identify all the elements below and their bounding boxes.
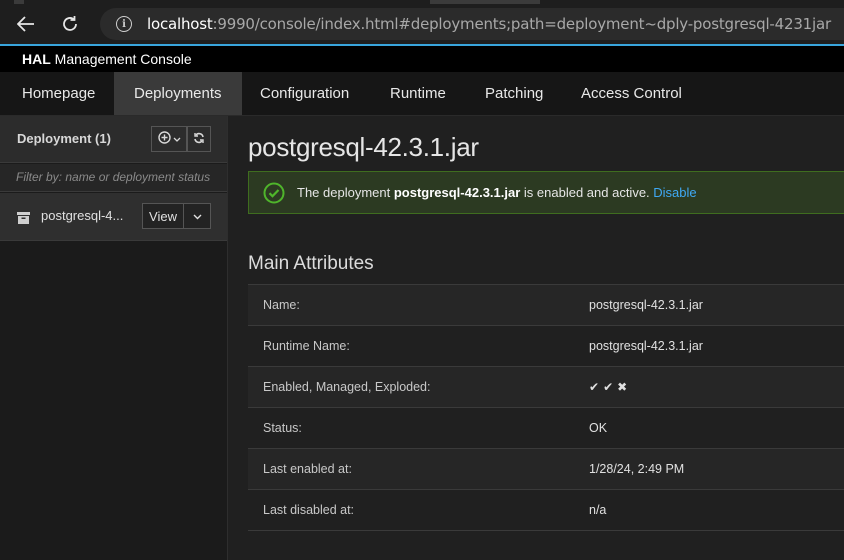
alert-suffix: is enabled and active. — [520, 185, 654, 200]
app-title-text: Management Console — [54, 51, 192, 67]
alert-prefix: The deployment — [297, 185, 394, 200]
reload-icon[interactable] — [56, 10, 84, 38]
attr-value: OK — [589, 421, 608, 435]
add-circle-icon — [157, 131, 171, 147]
attr-value: postgresql-42.3.1.jar — [589, 298, 703, 312]
main-content: postgresql-42.3.1.jar The deployment pos… — [229, 116, 844, 560]
table-row: Status: OK — [248, 408, 844, 449]
attr-value: n/a — [589, 503, 607, 517]
refresh-button[interactable] — [187, 126, 211, 152]
tab-deployments[interactable]: Deployments — [114, 72, 242, 115]
attr-label: Last disabled at: — [263, 503, 355, 517]
sidebar-title: Deployment (1) — [17, 131, 111, 146]
managed-check-icon: ✔ — [603, 380, 614, 394]
sidebar-header: Deployment (1) — [0, 116, 227, 163]
attributes-table: Name: postgresql-42.3.1.jar Runtime Name… — [248, 284, 844, 531]
top-nav: Homepage Deployments Configuration Runti… — [0, 72, 844, 116]
table-row: Last disabled at: n/a — [248, 490, 844, 531]
page-title: postgresql-42.3.1.jar — [248, 132, 479, 162]
url-host: localhost — [147, 15, 213, 33]
attr-label: Last enabled at: — [263, 462, 352, 476]
url-text[interactable]: localhost:9990/console/index.html#deploy… — [147, 15, 831, 33]
list-item[interactable]: postgresql-4... View — [0, 193, 227, 241]
chevron-down-icon — [173, 132, 181, 146]
table-row: Name: postgresql-42.3.1.jar — [248, 285, 844, 326]
attr-label: Runtime Name: — [263, 339, 350, 353]
deployment-name: postgresql-4... — [41, 208, 124, 223]
view-button[interactable]: View — [142, 203, 183, 229]
table-row: Enabled, Managed, Exploded: ✔ ✔ ✖ — [248, 367, 844, 408]
back-arrow-icon[interactable] — [12, 10, 40, 38]
filter-bar — [0, 164, 227, 192]
check-circle-icon — [263, 182, 285, 204]
tab-access-control[interactable]: Access Control — [561, 72, 702, 115]
tab-homepage[interactable]: Homepage — [2, 72, 115, 115]
alert-message: The deployment postgresql-42.3.1.jar is … — [297, 185, 697, 200]
deployment-sidebar: Deployment (1) postgresql-4... View — [0, 116, 228, 560]
url-path: :9990/console/index.html#deployments;pat… — [212, 15, 832, 33]
attr-value: 1/28/24, 2:49 PM — [589, 462, 685, 476]
tab-configuration[interactable]: Configuration — [240, 72, 369, 115]
info-icon[interactable]: i — [116, 16, 132, 32]
attr-label: Status: — [263, 421, 302, 435]
chevron-down-icon — [193, 207, 202, 225]
view-dropdown-button[interactable] — [183, 203, 211, 229]
tab-runtime[interactable]: Runtime — [370, 72, 466, 115]
address-bar[interactable]: i localhost:9990/console/index.html#depl… — [100, 8, 844, 40]
tab-patching[interactable]: Patching — [465, 72, 563, 115]
success-alert: The deployment postgresql-42.3.1.jar is … — [248, 171, 844, 214]
attr-flags: ✔ ✔ ✖ — [589, 380, 631, 394]
refresh-icon — [193, 132, 205, 147]
disable-link[interactable]: Disable — [653, 185, 696, 200]
table-row: Runtime Name: postgresql-42.3.1.jar — [248, 326, 844, 367]
enabled-check-icon: ✔ — [589, 380, 600, 394]
attr-label: Name: — [263, 298, 300, 312]
archive-icon — [17, 211, 30, 224]
attr-label: Enabled, Managed, Exploded: — [263, 380, 431, 394]
table-row: Last enabled at: 1/28/24, 2:49 PM — [248, 449, 844, 490]
filter-input[interactable] — [16, 170, 216, 184]
app-brand: HAL — [22, 51, 51, 67]
app-header: HAL Management Console — [0, 46, 844, 72]
app-title[interactable]: HAL Management Console — [22, 51, 192, 67]
section-title: Main Attributes — [248, 253, 374, 274]
browser-toolbar: i localhost:9990/console/index.html#depl… — [0, 4, 844, 44]
add-deployment-button[interactable] — [151, 126, 187, 152]
attr-value: postgresql-42.3.1.jar — [589, 339, 703, 353]
alert-deployment-name: postgresql-42.3.1.jar — [393, 185, 521, 200]
exploded-cross-icon: ✖ — [617, 380, 628, 394]
